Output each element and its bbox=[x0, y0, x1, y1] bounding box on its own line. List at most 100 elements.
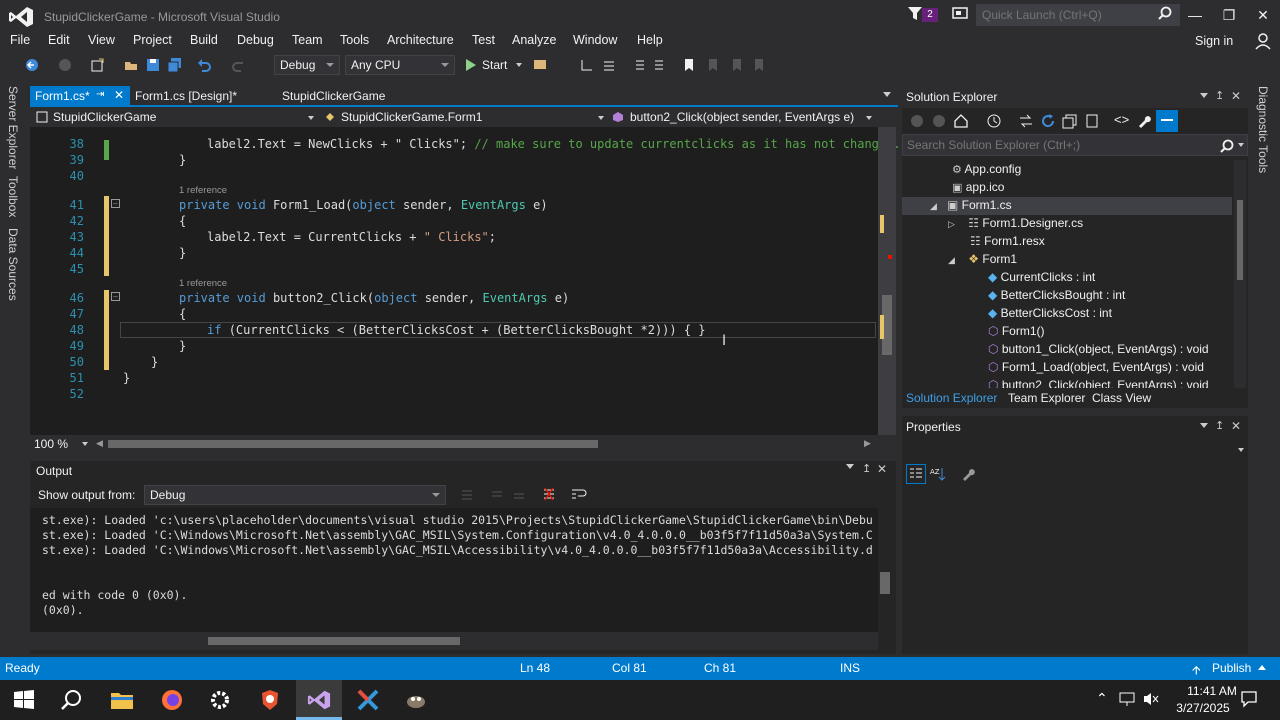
tree-item-field[interactable]: ◆ BetterClicksCost : int bbox=[988, 306, 1112, 320]
tree-item-method[interactable]: ⬡ button2_Click(object, EventArgs) : voi… bbox=[988, 378, 1209, 388]
close-panel-icon[interactable]: ✕ bbox=[877, 462, 887, 476]
reference-count[interactable]: 1 reference bbox=[179, 278, 227, 289]
pin-icon[interactable]: ↥ bbox=[1215, 419, 1224, 432]
tree-item-field[interactable]: ◆ BetterClicksBought : int bbox=[988, 288, 1125, 302]
editor-horizontal-scrollbar-thumb[interactable] bbox=[108, 440, 598, 448]
tab-team-explorer[interactable]: Team Explorer bbox=[1008, 391, 1085, 405]
start-button[interactable]: Start bbox=[464, 56, 526, 74]
undo-icon[interactable] bbox=[197, 58, 211, 72]
notifications-filter-icon[interactable] bbox=[908, 6, 922, 22]
firefox-icon[interactable] bbox=[160, 688, 184, 712]
pin-icon[interactable]: ⇥ bbox=[96, 89, 104, 100]
expanded-arrow-icon[interactable]: ◢ bbox=[948, 255, 955, 265]
tree-item-app-config[interactable]: ⚙ App.config bbox=[952, 162, 1021, 176]
menu-test[interactable]: Test bbox=[472, 33, 495, 47]
preview-selected-button[interactable] bbox=[1156, 110, 1178, 132]
tree-item-field[interactable]: ◆ CurrentClicks : int bbox=[988, 270, 1095, 284]
settings-gear-icon[interactable] bbox=[208, 688, 232, 712]
step-over-icon[interactable] bbox=[602, 58, 616, 72]
reference-count[interactable]: 1 reference bbox=[179, 185, 227, 196]
step-into-icon[interactable] bbox=[580, 58, 594, 72]
tree-vertical-scrollbar[interactable] bbox=[1234, 160, 1246, 388]
solution-search-input[interactable] bbox=[902, 134, 1248, 156]
user-icon[interactable] bbox=[1254, 32, 1272, 50]
diagnostic-tools-tab[interactable]: Diagnostic Tools bbox=[1256, 86, 1270, 173]
scrollbar-thumb[interactable] bbox=[1237, 200, 1243, 280]
collapse-icon[interactable]: – bbox=[111, 292, 120, 301]
back-icon[interactable] bbox=[25, 58, 39, 72]
menu-analyze[interactable]: Analyze bbox=[512, 33, 556, 47]
alphabetical-icon[interactable]: AZ bbox=[930, 466, 948, 482]
pending-changes-icon[interactable] bbox=[986, 113, 1002, 129]
tab-stupidclickergame[interactable]: StupidClickerGame bbox=[277, 86, 397, 106]
tree-item-form1-designer[interactable]: ▷ ☷ Form1.Designer.cs bbox=[948, 216, 1083, 230]
panel-options-icon[interactable] bbox=[1200, 423, 1208, 428]
editor-vertical-scrollbar[interactable] bbox=[878, 127, 896, 435]
collapse-all-icon[interactable] bbox=[1062, 113, 1078, 129]
collapsed-arrow-icon[interactable]: ▷ bbox=[948, 219, 955, 229]
menu-tools[interactable]: Tools bbox=[340, 33, 369, 47]
forward-icon[interactable] bbox=[932, 114, 946, 128]
expanded-arrow-icon[interactable]: ◢ bbox=[930, 201, 937, 211]
menu-team[interactable]: Team bbox=[292, 33, 323, 47]
pin-icon[interactable]: ↥ bbox=[1215, 89, 1224, 102]
browser-link-icon[interactable] bbox=[533, 58, 547, 72]
back-icon[interactable] bbox=[910, 114, 924, 128]
network-icon[interactable] bbox=[1118, 691, 1136, 707]
menu-edit[interactable]: Edit bbox=[48, 33, 70, 47]
tab-solution-explorer[interactable]: Solution Explorer bbox=[906, 391, 997, 405]
volume-muted-icon[interactable] bbox=[1142, 691, 1160, 707]
save-icon[interactable] bbox=[146, 58, 160, 72]
tab-overflow-icon[interactable] bbox=[883, 92, 891, 97]
close-tab-icon[interactable]: ✕ bbox=[114, 88, 124, 102]
tree-item-form1-resx[interactable]: ☷ Form1.resx bbox=[970, 234, 1045, 248]
new-project-icon[interactable] bbox=[90, 58, 104, 72]
project-dropdown[interactable]: StupidClickerGame bbox=[36, 108, 314, 126]
panel-options-icon[interactable] bbox=[846, 464, 854, 469]
chevron-down-icon[interactable] bbox=[1238, 143, 1244, 147]
visual-studio-taskbar-icon[interactable] bbox=[307, 688, 331, 712]
properties-wrench-icon[interactable] bbox=[1136, 113, 1152, 129]
close-button[interactable]: ✕ bbox=[1246, 0, 1280, 30]
sign-in-link[interactable]: Sign in bbox=[1195, 34, 1233, 48]
forward-icon[interactable] bbox=[58, 58, 72, 72]
view-code-icon[interactable]: <> bbox=[1114, 112, 1129, 127]
scroll-left-icon[interactable]: ◀ bbox=[96, 438, 103, 449]
bookmark-icon[interactable] bbox=[682, 58, 696, 72]
menu-file[interactable]: File bbox=[10, 33, 30, 47]
menu-help[interactable]: Help bbox=[637, 33, 663, 47]
tab-class-view[interactable]: Class View bbox=[1092, 391, 1151, 405]
output-vertical-scrollbar-thumb[interactable] bbox=[880, 572, 890, 594]
tab-form1-cs[interactable]: Form1.cs* ⇥ ✕ bbox=[30, 86, 130, 106]
gimp-icon[interactable] bbox=[404, 688, 428, 712]
feedback-icon[interactable] bbox=[952, 6, 968, 22]
tree-item-method[interactable]: ⬡ Form1_Load(object, EventArgs) : void bbox=[988, 360, 1204, 374]
tree-item-method[interactable]: ⬡ Form1() bbox=[988, 324, 1045, 338]
close-panel-icon[interactable]: ✕ bbox=[1231, 89, 1241, 103]
toolbox-tab[interactable]: Toolbox bbox=[6, 176, 20, 217]
tab-form1-design[interactable]: Form1.cs [Design]* bbox=[130, 86, 270, 106]
member-dropdown[interactable]: button2_Click(object sender, EventArgs e… bbox=[612, 108, 872, 126]
property-pages-icon[interactable] bbox=[960, 466, 976, 482]
collapse-icon[interactable]: – bbox=[111, 199, 120, 208]
prev-bookmark-icon[interactable] bbox=[706, 58, 720, 72]
scrollbar-thumb[interactable] bbox=[208, 637, 460, 645]
menu-build[interactable]: Build bbox=[190, 33, 218, 47]
home-icon[interactable] bbox=[953, 113, 969, 129]
menu-view[interactable]: View bbox=[88, 33, 115, 47]
notification-badge[interactable]: 2 bbox=[922, 8, 938, 22]
search-icon[interactable] bbox=[60, 688, 84, 712]
class-dropdown[interactable]: StupidClickerGame.Form1 bbox=[324, 108, 604, 126]
categorized-button[interactable] bbox=[906, 464, 926, 484]
search-icon[interactable] bbox=[1158, 6, 1172, 20]
open-file-icon[interactable] bbox=[124, 58, 138, 72]
server-explorer-tab[interactable]: Server Explorer bbox=[6, 86, 20, 169]
data-sources-tab[interactable]: Data Sources bbox=[6, 228, 20, 301]
menu-debug[interactable]: Debug bbox=[237, 33, 274, 47]
platform-dropdown[interactable]: Any CPU bbox=[345, 55, 455, 75]
uncomment-lines-icon[interactable] bbox=[653, 58, 667, 72]
comment-lines-icon[interactable] bbox=[632, 58, 646, 72]
chevron-up-icon[interactable] bbox=[1258, 665, 1266, 670]
pin-icon[interactable]: ↥ bbox=[862, 462, 871, 475]
zoom-level[interactable]: 100 % bbox=[34, 437, 68, 451]
